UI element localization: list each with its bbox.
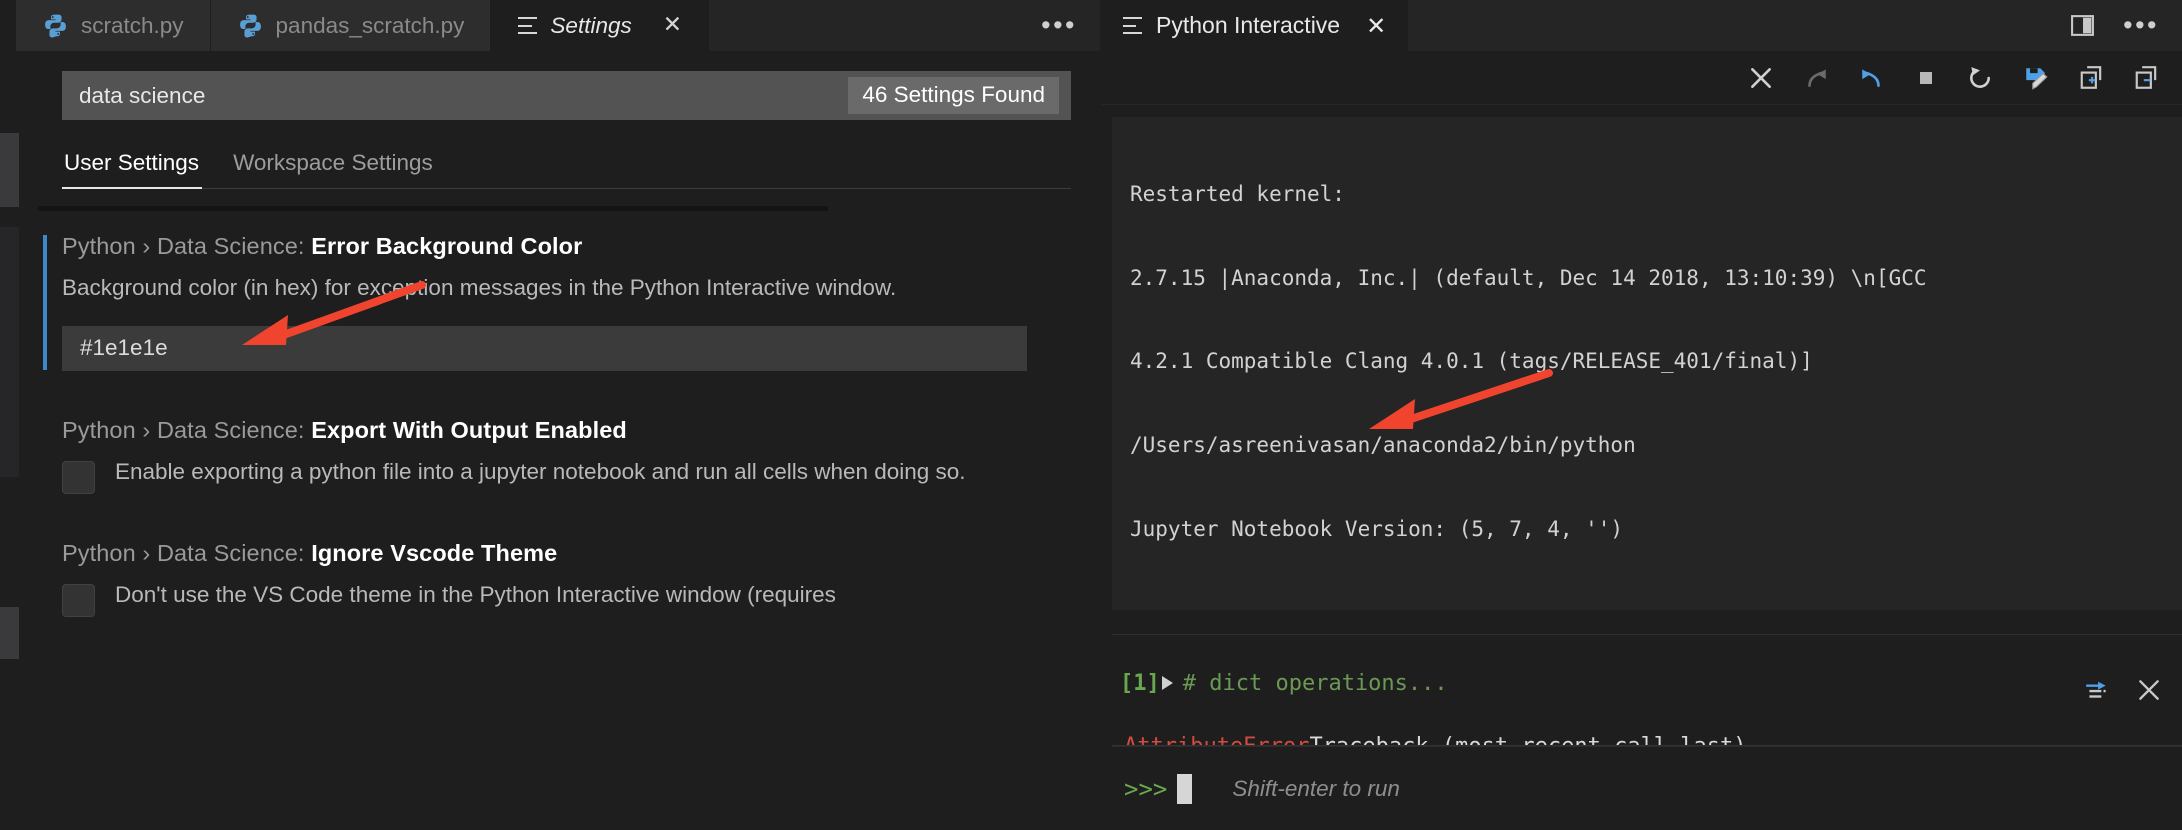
text-cursor xyxy=(1177,773,1193,804)
export-button[interactable] xyxy=(2022,65,2050,91)
split-editor-icon[interactable] xyxy=(2069,13,2096,38)
interactive-content: Restarted kernel: 2.7.15 |Anaconda, Inc.… xyxy=(1102,105,2182,830)
cell-toolbar xyxy=(2082,677,2162,703)
tab-python-interactive[interactable]: Python Interactive ✕ xyxy=(1102,0,1409,51)
tab-bar-gutter xyxy=(0,0,16,51)
expand-all-button[interactable] xyxy=(2078,65,2105,91)
kernel-output-line: Jupyter Notebook Version: (5, 7, 4, '') xyxy=(1130,516,1624,541)
results-count-badge: 46 Settings Found xyxy=(848,77,1059,114)
settings-search-row: 46 Settings Found xyxy=(19,51,1100,120)
editor-tab-label: Settings xyxy=(550,12,632,38)
interactive-tab-bar: Python Interactive ✕ ••• xyxy=(1102,0,2182,51)
vscode-window: scratch.py pandas_scratch.py Settings ✕ … xyxy=(0,0,2182,830)
setting-description: Enable exporting a python file into a ju… xyxy=(115,458,966,484)
restart-kernel-button[interactable] xyxy=(1966,65,1994,91)
search-input[interactable] xyxy=(62,71,849,120)
editor-tab-actions: ••• xyxy=(1041,0,1100,51)
clear-button[interactable] xyxy=(1748,65,1774,91)
setting-category: Python › Data Science: xyxy=(62,539,312,566)
tab-label: Python Interactive xyxy=(1156,12,1341,38)
setting-control-row: Enable exporting a python file into a ju… xyxy=(62,456,1100,494)
editor-tab-bar: scratch.py pandas_scratch.py Settings ✕ … xyxy=(0,0,1100,51)
ignore-vscode-theme-checkbox[interactable] xyxy=(62,583,95,617)
undo-button[interactable] xyxy=(1858,65,1886,91)
close-icon[interactable]: ✕ xyxy=(663,14,682,37)
error-background-color-input[interactable] xyxy=(62,325,1027,371)
tab-label: User Settings xyxy=(64,150,200,175)
interactive-tab-filler xyxy=(1408,0,2070,51)
cell-prompt-row: [1] # dict operations... xyxy=(1102,671,2182,696)
setting-name: Ignore Vscode Theme xyxy=(311,539,558,566)
settings-divider xyxy=(38,206,828,211)
kernel-output-line: 2.7.15 |Anaconda, Inc.| (default, Dec 14… xyxy=(1130,265,1927,290)
setting-category: Python › Data Science: xyxy=(62,233,312,259)
input-prompt: >>> xyxy=(1124,774,1168,803)
editor-overview-rail[interactable] xyxy=(0,51,19,830)
tab-user-settings[interactable]: User Settings xyxy=(62,150,216,189)
setting-export-with-output-enabled[interactable]: Python › Data Science: Export With Outpu… xyxy=(19,417,1100,494)
setting-name: Export With Output Enabled xyxy=(311,416,627,443)
kernel-output-line: Restarted kernel: xyxy=(1130,181,1345,206)
settings-content: 46 Settings Found User Settings Workspac… xyxy=(19,51,1100,830)
editor-tab-pandas-scratch-py[interactable]: pandas_scratch.py xyxy=(210,0,492,51)
collapse-all-button[interactable] xyxy=(2133,65,2160,91)
export-with-output-enabled-checkbox[interactable] xyxy=(62,460,95,494)
list-icon xyxy=(1123,17,1142,34)
python-icon xyxy=(45,14,66,38)
more-actions-icon[interactable]: ••• xyxy=(2123,12,2159,39)
python-interactive-pane: Python Interactive ✕ ••• Restarted kerne… xyxy=(1102,0,2182,830)
setting-name: Error Background Color xyxy=(311,233,583,259)
chevron-right-icon[interactable] xyxy=(1161,676,1173,691)
more-actions-icon[interactable]: ••• xyxy=(1041,12,1077,39)
tab-label: Workspace Settings xyxy=(233,150,433,175)
tab-workspace-settings[interactable]: Workspace Settings xyxy=(216,150,450,188)
setting-category: Python › Data Science: xyxy=(62,416,312,443)
setting-ignore-vscode-theme[interactable]: Python › Data Science: Ignore Vscode The… xyxy=(19,540,1100,617)
cell-separator xyxy=(1112,633,2182,635)
cell-execution-count: [1] xyxy=(1120,670,1160,696)
setting-control-row: Don't use the VS Code theme in the Pytho… xyxy=(62,579,1100,617)
interrupt-button[interactable] xyxy=(1914,66,1938,90)
setting-description: Don't use the VS Code theme in the Pytho… xyxy=(115,581,836,607)
kernel-output-line: 4.2.1 Compatible Clang 4.0.1 (tags/RELEA… xyxy=(1130,349,1813,374)
setting-title: Python › Data Science: Export With Outpu… xyxy=(62,417,1100,444)
kernel-output-block: Restarted kernel: 2.7.15 |Anaconda, Inc.… xyxy=(1112,117,2182,610)
tab-bar-filler xyxy=(709,0,1042,51)
setting-description: Background color (in hex) for exception … xyxy=(62,275,897,300)
close-cell-button[interactable] xyxy=(2136,677,2162,703)
cell-source-code: # dict operations... xyxy=(1182,670,1448,696)
python-icon xyxy=(239,14,261,38)
settings-scope-tabs: User Settings Workspace Settings xyxy=(62,150,1071,189)
kernel-output-line: /Users/asreenivasan/anaconda2/bin/python xyxy=(1130,433,1636,458)
editor-tab-label: pandas_scratch.py xyxy=(275,12,465,38)
interactive-input-row[interactable]: >>> Shift-enter to run xyxy=(1112,746,2182,830)
settings-body: 46 Settings Found User Settings Workspac… xyxy=(0,51,1100,830)
interactive-toolbar xyxy=(1102,51,2182,105)
editor-tab-label: scratch.py xyxy=(81,12,184,38)
settings-results-list: Python › Data Science: Error Background … xyxy=(19,233,1100,617)
interactive-panel-actions: ••• xyxy=(2069,0,2182,51)
settings-search-box[interactable]: 46 Settings Found xyxy=(62,71,1071,120)
editor-tab-settings[interactable]: Settings ✕ xyxy=(491,0,710,51)
input-placeholder: Shift-enter to run xyxy=(1232,775,1400,801)
settings-editor-pane: scratch.py pandas_scratch.py Settings ✕ … xyxy=(0,0,1100,830)
settings-list-icon xyxy=(518,17,538,34)
setting-error-background-color[interactable]: Python › Data Science: Error Background … xyxy=(19,233,1100,371)
setting-title: Python › Data Science: Ignore Vscode The… xyxy=(62,540,1100,567)
editor-tab-scratch-py[interactable]: scratch.py xyxy=(16,0,211,51)
close-icon[interactable]: ✕ xyxy=(1366,12,1386,40)
goto-code-icon[interactable] xyxy=(2082,677,2112,703)
redo-button[interactable] xyxy=(1802,65,1830,91)
setting-title: Python › Data Science: Error Background … xyxy=(62,233,1100,260)
